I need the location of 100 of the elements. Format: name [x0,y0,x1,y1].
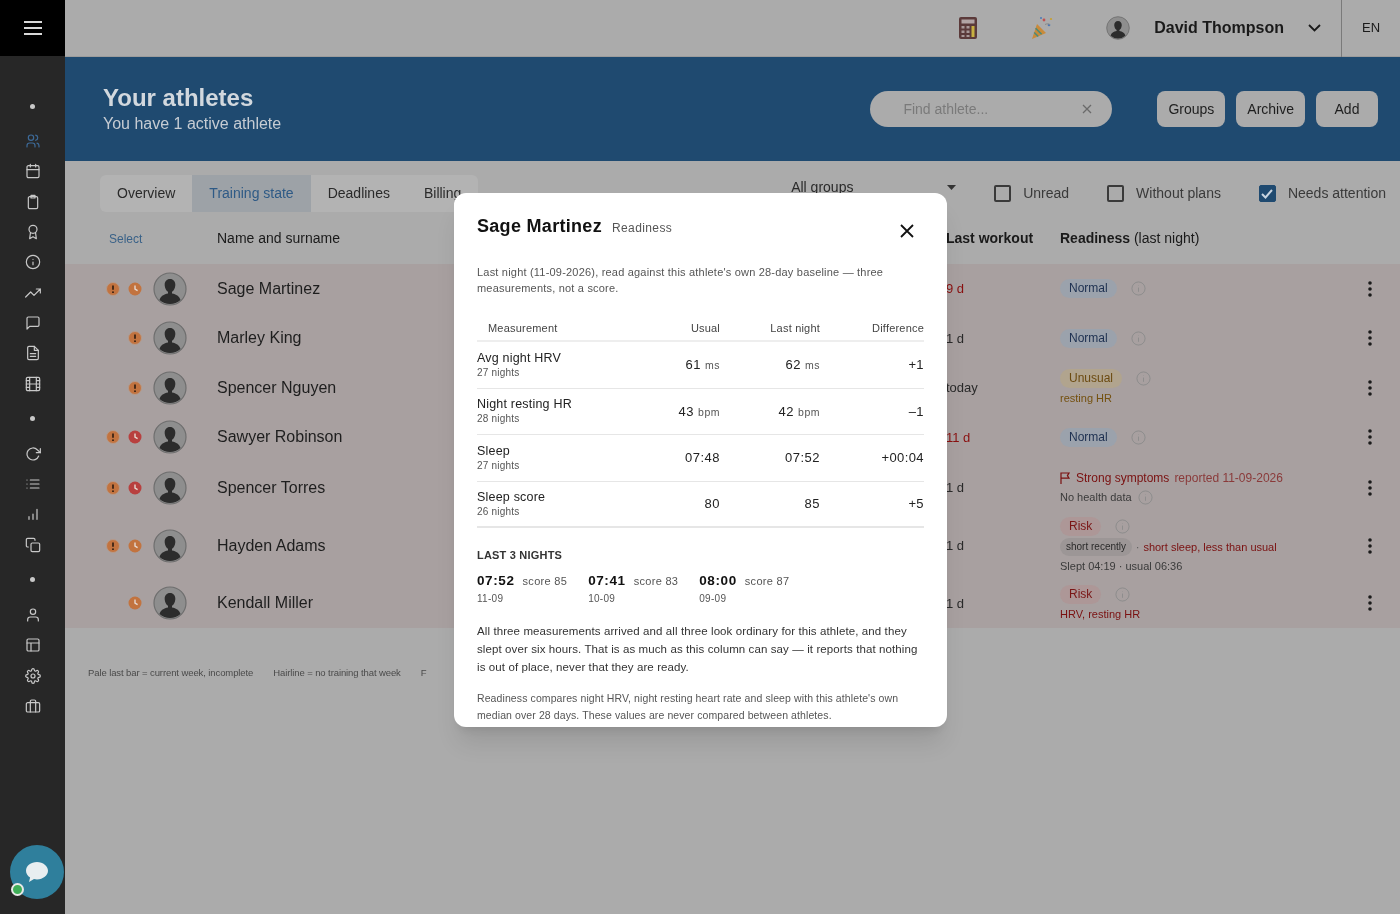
measurement-nights: 27 nights [477,458,521,472]
info-icon[interactable] [24,254,41,271]
caret-icon [947,185,957,190]
tab[interactable]: Overview [100,175,193,212]
checkbox[interactable] [1258,185,1276,202]
avatar-icon [153,420,187,455]
user-icon[interactable] [24,607,41,623]
user-name[interactable]: David Thompson [1154,16,1284,40]
readiness-badge: Normal [1060,328,1117,348]
message-icon[interactable] [24,314,41,331]
measurement-nights: 28 nights [477,412,521,426]
measurement-value: 61 ms [684,356,720,374]
measurement-difference: –1 [907,402,924,421]
more-options-icon[interactable] [1368,379,1372,396]
dialog-summary: All three measurements arrived and all three look ordinary for this athlete, and they slept over six hours. That is as much as this column can say — it reports that nothing is out of place, never that they are ready. [477,623,919,675]
copy-icon[interactable] [24,536,41,553]
night-score: score 83 [633,573,679,589]
avatar-icon [153,470,187,505]
calculator-icon[interactable] [958,16,979,40]
users-icon[interactable] [24,133,41,150]
chat-bubble-icon [24,860,50,884]
measurement-nights: 26 nights [477,504,521,518]
last-workout: 11 d [946,428,971,447]
more-options-icon[interactable] [1368,429,1372,446]
legend-note: Hairline = no training that week [273,666,401,680]
readiness-tag: short recently [1060,538,1133,556]
avatar-icon [153,271,187,306]
measurement-value: 42 bpm [777,402,820,421]
column-header: Name and surname [217,229,340,248]
more-options-icon[interactable] [1368,595,1372,612]
column-header: Usual [689,321,720,337]
calendar-icon[interactable] [24,163,41,180]
layout-icon[interactable] [24,637,41,654]
last-workout: 1 d [946,478,965,497]
more-options-icon[interactable] [1368,479,1372,496]
measurement-value: 62 ms [784,356,820,374]
header-button[interactable]: Add [1316,91,1378,127]
close-icon[interactable] [900,223,914,238]
more-options-icon[interactable] [1368,280,1372,297]
dialog-subtitle: Readiness [611,220,673,237]
last-workout: today [946,379,978,397]
column-header: Readiness (last night) [1060,229,1201,248]
symptoms-label: Strong symptoms [1076,470,1170,488]
last-workout: 1 d [946,537,965,555]
readiness-badge: Normal [1060,279,1117,299]
menu-icon[interactable] [22,20,43,36]
sleep-note: Slept 04:19 · usual 06:36 [1060,559,1184,574]
avatar-icon [1106,16,1131,40]
symptoms-date: reported 11-09-2026 [1174,470,1283,488]
nights-heading: LAST 3 NIGHTS [477,548,564,563]
language-button[interactable]: EN [1361,18,1381,38]
dialog-footnote: Readiness compares night HRV, night resting heart rate and sleep with this athlete's own median over 28 days. These values are never compared between athletes. [477,690,900,723]
header-button[interactable]: Groups [1157,91,1226,127]
column-header: Last workout [946,229,1035,248]
header-button[interactable]: Archive [1236,91,1305,127]
column-header: Last night [769,321,820,337]
night-score: score 87 [744,573,790,589]
more-options-icon[interactable] [1368,330,1372,347]
readiness-badge: Unusual [1060,369,1123,388]
document-icon[interactable] [24,345,41,362]
readiness-badge: Risk [1060,517,1102,536]
night-sleep-time: 08:00 [699,571,737,590]
readiness-badge: Normal [1060,427,1117,447]
measurement-name: Sleep [477,443,511,459]
measurement-difference: +1 [907,356,924,374]
readiness-detail: HRV, resting HR [1060,606,1141,622]
measurement-value: 07:52 [783,449,820,467]
legend-note: Pale last bar = current week, incomplete [88,666,254,680]
legend-note: F [420,666,427,680]
readiness-detail: short sleep, less than usual [1143,539,1277,555]
night-date: 09-09 [699,591,728,606]
readiness-detail: resting HR [1060,391,1112,406]
checkbox[interactable] [1107,185,1125,202]
filter-checkbox[interactable]: Needs attention [1258,183,1386,204]
avatar-icon [153,586,187,621]
avatar-icon [153,370,187,405]
settings-icon[interactable] [24,667,41,684]
briefcase-icon[interactable] [24,697,41,714]
last-workout: 1 d [946,329,965,348]
more-options-icon[interactable] [1368,537,1372,554]
health-data-note: No health data [1060,490,1132,506]
measurement-name: Night resting HR [477,397,573,413]
night-sleep-time: 07:41 [588,571,626,590]
separator: · [1136,540,1140,555]
column-header: Difference [871,321,924,337]
measurement-value: 07:48 [683,449,720,467]
checkbox[interactable] [994,185,1012,202]
tab[interactable]: Deadlines [310,175,407,212]
last-workout: 1 d [946,594,965,613]
filter-checkbox[interactable]: Without plans [1107,183,1221,204]
page-title: Your athletes [103,83,255,113]
last-workout: 9 d [946,280,965,298]
measurement-difference: +5 [907,495,924,513]
measurement-value: 43 bpm [677,402,720,421]
refresh-icon[interactable] [24,445,41,462]
filter-checkbox[interactable]: Unread [994,183,1070,204]
film-icon[interactable] [24,375,41,392]
chat-button[interactable] [10,845,64,899]
chevron-down-icon[interactable] [1308,24,1321,32]
measurement-name: Sleep score [477,489,547,505]
